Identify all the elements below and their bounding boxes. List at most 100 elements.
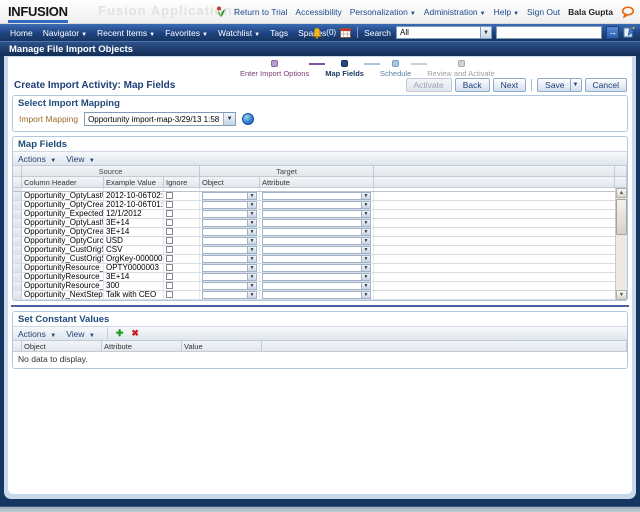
attribute-select[interactable]: ▼ xyxy=(262,291,371,299)
import-mapping-select[interactable]: Opportunity import-map-3/29/13 1:58 ▼ xyxy=(84,112,236,126)
nav-item-watchlist[interactable]: Watchlist▼ xyxy=(218,28,260,38)
attribute-select[interactable]: ▼ xyxy=(262,192,371,200)
chevron-down-icon[interactable]: ▼ xyxy=(247,202,256,208)
column-header-value[interactable]: Value xyxy=(182,341,262,352)
ignore-checkbox[interactable] xyxy=(166,219,173,226)
chevron-down-icon[interactable]: ▼ xyxy=(247,256,256,262)
attribute-select[interactable]: ▼ xyxy=(262,210,371,218)
object-select[interactable]: ▼ xyxy=(202,201,257,209)
view-menu[interactable]: View ▼ xyxy=(66,154,95,164)
chevron-down-icon[interactable]: ▼ xyxy=(361,202,370,208)
chevron-down-icon[interactable]: ▼ xyxy=(247,283,256,289)
chevron-down-icon[interactable]: ▼ xyxy=(247,292,256,298)
link-administration[interactable]: Administration▼ xyxy=(424,7,486,17)
add-row-icon[interactable]: ✚ xyxy=(116,329,124,338)
chevron-down-icon[interactable]: ▼ xyxy=(361,274,370,280)
row-header[interactable] xyxy=(13,210,22,218)
ignore-checkbox[interactable] xyxy=(166,282,173,289)
chevron-down-icon[interactable]: ▼ xyxy=(361,265,370,271)
object-select[interactable]: ▼ xyxy=(202,237,257,245)
advanced-search-icon[interactable] xyxy=(623,26,635,39)
column-header-attribute[interactable]: Attribute xyxy=(102,341,182,352)
ignore-checkbox[interactable] xyxy=(166,210,173,217)
object-select[interactable]: ▼ xyxy=(202,264,257,272)
attribute-select[interactable]: ▼ xyxy=(262,273,371,281)
chevron-down-icon[interactable]: ▼ xyxy=(247,274,256,280)
object-select[interactable]: ▼ xyxy=(202,192,257,200)
refresh-mapping-icon[interactable] xyxy=(242,113,254,125)
section-splitter[interactable] xyxy=(11,305,629,307)
chevron-down-icon[interactable]: ▼ xyxy=(361,220,370,226)
search-go-button[interactable]: → xyxy=(606,26,619,39)
row-header[interactable] xyxy=(13,201,22,209)
chevron-down-icon[interactable]: ▼ xyxy=(247,265,256,271)
row-header[interactable] xyxy=(13,255,22,263)
ignore-checkbox[interactable] xyxy=(166,228,173,235)
chevron-down-icon[interactable]: ▼ xyxy=(247,247,256,253)
chevron-down-icon[interactable]: ▼ xyxy=(361,256,370,262)
search-scope-select[interactable]: All ▼ xyxy=(396,26,492,39)
column-header-object[interactable]: Object xyxy=(200,177,260,188)
attribute-select[interactable]: ▼ xyxy=(262,246,371,254)
nav-item-tags[interactable]: Tags xyxy=(270,28,288,38)
notifications-bell-icon[interactable] xyxy=(312,27,322,39)
ignore-checkbox[interactable] xyxy=(166,255,173,262)
cancel-button[interactable]: Cancel xyxy=(585,78,627,92)
chevron-down-icon[interactable]: ▼ xyxy=(223,113,235,125)
row-header[interactable] xyxy=(13,219,22,227)
row-header[interactable] xyxy=(13,282,22,290)
column-header-object[interactable]: Object xyxy=(22,341,102,352)
train-stop-map-fields[interactable]: Map Fields xyxy=(325,60,364,78)
chevron-down-icon[interactable]: ▼ xyxy=(247,193,256,199)
ignore-checkbox[interactable] xyxy=(166,237,173,244)
chevron-down-icon[interactable]: ▼ xyxy=(247,220,256,226)
notification-count[interactable]: (0) xyxy=(326,28,336,37)
train-stop-icon[interactable] xyxy=(392,60,399,67)
object-select[interactable]: ▼ xyxy=(202,273,257,281)
search-input[interactable] xyxy=(496,26,602,39)
chevron-down-icon[interactable]: ▼ xyxy=(361,229,370,235)
save-menu-arrow-icon[interactable]: ▼ xyxy=(570,78,582,92)
save-button[interactable]: Save xyxy=(537,78,569,92)
chevron-down-icon[interactable]: ▼ xyxy=(361,247,370,253)
chevron-down-icon[interactable]: ▼ xyxy=(361,211,370,217)
link-sign-out[interactable]: Sign Out xyxy=(527,7,560,17)
ignore-checkbox[interactable] xyxy=(166,273,173,280)
chevron-down-icon[interactable]: ▼ xyxy=(361,283,370,289)
column-header-column-header[interactable]: Column Header xyxy=(22,177,104,188)
object-select[interactable]: ▼ xyxy=(202,246,257,254)
chevron-down-icon[interactable]: ▼ xyxy=(247,211,256,217)
object-select[interactable]: ▼ xyxy=(202,291,257,299)
scrollbar-thumb[interactable] xyxy=(616,199,627,235)
view-menu[interactable]: View ▼ xyxy=(66,329,95,339)
nav-item-navigator[interactable]: Navigator▼ xyxy=(43,28,87,38)
calendar-icon[interactable] xyxy=(340,28,351,38)
chat-bubble-icon[interactable] xyxy=(621,6,635,18)
next-button[interactable]: Next xyxy=(493,78,526,92)
nav-item-favorites[interactable]: Favorites▼ xyxy=(165,28,208,38)
attribute-select[interactable]: ▼ xyxy=(262,219,371,227)
link-return-to-trial[interactable]: Return to Trial xyxy=(234,7,287,17)
chevron-down-icon[interactable]: ▼ xyxy=(247,229,256,235)
train-stop-enter-import-options[interactable]: Enter Import Options xyxy=(240,60,309,78)
page-tab-title[interactable]: Manage File Import Objects xyxy=(0,44,133,55)
row-header[interactable] xyxy=(13,273,22,281)
train-stop-icon[interactable] xyxy=(271,60,278,67)
object-select[interactable]: ▼ xyxy=(202,210,257,218)
train-stop-schedule[interactable]: Schedule xyxy=(380,60,411,78)
table-vertical-scrollbar[interactable]: ▲ ▼ xyxy=(615,188,627,300)
link-accessibility[interactable]: Accessibility xyxy=(295,7,341,17)
attribute-select[interactable]: ▼ xyxy=(262,237,371,245)
ignore-checkbox[interactable] xyxy=(166,192,173,199)
ignore-checkbox[interactable] xyxy=(166,201,173,208)
scroll-down-icon[interactable]: ▼ xyxy=(616,290,627,300)
chevron-down-icon[interactable]: ▼ xyxy=(361,292,370,298)
actions-menu[interactable]: Actions ▼ xyxy=(18,154,56,164)
row-header[interactable] xyxy=(13,228,22,236)
row-header[interactable] xyxy=(13,264,22,272)
scroll-up-icon[interactable]: ▲ xyxy=(616,188,627,198)
ignore-checkbox[interactable] xyxy=(166,246,173,253)
nav-item-recent-items[interactable]: Recent Items▼ xyxy=(97,28,155,38)
ignore-checkbox[interactable] xyxy=(166,264,173,271)
object-select[interactable]: ▼ xyxy=(202,282,257,290)
